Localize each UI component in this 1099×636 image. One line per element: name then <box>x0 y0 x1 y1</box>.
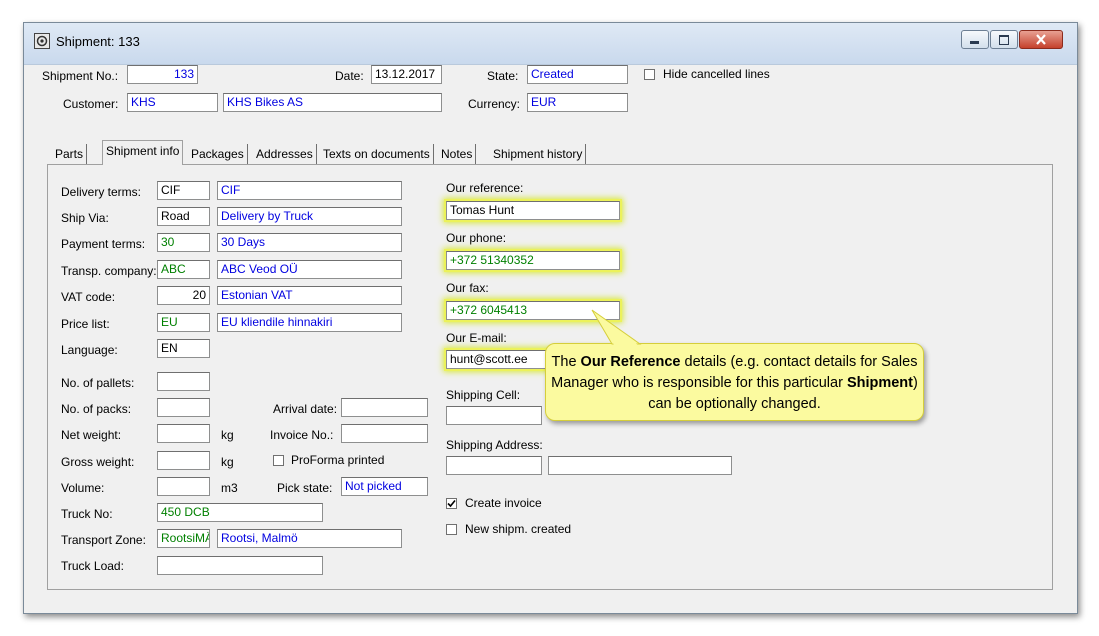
new-shipm-checkbox[interactable] <box>446 524 457 535</box>
our-reference-field[interactable]: Tomas Hunt <box>446 201 620 220</box>
close-button[interactable] <box>1019 30 1063 49</box>
callout-pointer <box>591 309 642 345</box>
customer-code-field[interactable]: KHS <box>127 93 218 112</box>
arrival-date-field[interactable] <box>341 398 428 417</box>
net-weight-unit: kg <box>221 428 234 442</box>
minimize-icon <box>970 41 979 44</box>
hide-cancelled-checkbox[interactable] <box>644 69 655 80</box>
language-field[interactable]: EN <box>157 339 210 358</box>
tab-texts-on-documents[interactable]: Texts on documents <box>320 144 434 165</box>
our-phone-label: Our phone: <box>446 231 507 245</box>
volume-unit: m3 <box>221 481 238 495</box>
delivery-terms-label: Delivery terms: <box>61 185 142 199</box>
transport-zone-name-field[interactable]: Rootsi, Malmö <box>217 529 402 548</box>
date-field[interactable]: 13.12.2017 <box>371 65 442 84</box>
ship-via-code-field[interactable]: Road <box>157 207 210 226</box>
callout-bold-2: Shipment <box>846 375 913 391</box>
payment-terms-label: Payment terms: <box>61 237 146 251</box>
transp-company-label: Transp. company: <box>61 264 157 278</box>
callout-bold-1: Our Reference <box>580 354 681 370</box>
net-weight-field[interactable] <box>157 424 210 443</box>
create-invoice-label: Create invoice <box>465 496 542 510</box>
ship-via-label: Ship Via: <box>61 211 109 225</box>
language-label: Language: <box>61 343 118 357</box>
delivery-terms-name-field[interactable]: CIF <box>217 181 402 200</box>
invoice-no-field[interactable] <box>341 424 428 443</box>
shipping-address-field-2[interactable] <box>548 456 732 475</box>
ship-via-name-field[interactable]: Delivery by Truck <box>217 207 402 226</box>
net-weight-label: Net weight: <box>61 428 122 442</box>
arrival-date-label: Arrival date: <box>273 402 338 416</box>
maximize-button[interactable] <box>990 30 1018 49</box>
date-label: Date: <box>335 69 364 83</box>
state-field[interactable]: Created <box>527 65 628 84</box>
our-phone-field[interactable]: +372 51340352 <box>446 251 620 270</box>
pallets-label: No. of pallets: <box>61 376 135 390</box>
packs-label: No. of packs: <box>61 402 132 416</box>
transport-zone-label: Transport Zone: <box>61 533 146 547</box>
pick-state-label: Pick state: <box>277 481 333 495</box>
vat-code-label: VAT code: <box>61 290 116 304</box>
proforma-label: ProForma printed <box>291 453 385 467</box>
new-shipm-label: New shipm. created <box>465 522 572 536</box>
pick-state-field[interactable]: Not picked <box>341 477 428 496</box>
tab-packages[interactable]: Packages <box>188 144 248 165</box>
transport-zone-code-field[interactable]: RootsiMÄ <box>157 529 210 548</box>
vat-code-field[interactable]: 20 <box>157 286 210 305</box>
packs-field[interactable] <box>157 398 210 417</box>
price-list-code-field[interactable]: EU <box>157 313 210 332</box>
payment-terms-code-field[interactable]: 30 <box>157 233 210 252</box>
shipping-address-field[interactable] <box>446 456 542 475</box>
tab-addresses[interactable]: Addresses <box>253 144 317 165</box>
create-invoice-checkbox[interactable] <box>446 498 457 509</box>
callout-tooltip: The Our Reference details (e.g. contact … <box>545 343 924 421</box>
checkmark-icon <box>447 499 456 508</box>
proforma-checkbox[interactable] <box>273 455 284 466</box>
shipment-no-label: Shipment No.: <box>42 69 119 83</box>
title-bar: Shipment: 133 <box>24 23 1077 65</box>
payment-terms-name-field[interactable]: 30 Days <box>217 233 402 252</box>
shipment-no-field[interactable]: 133 <box>127 65 198 84</box>
shipping-cell-field[interactable] <box>446 406 542 425</box>
volume-label: Volume: <box>61 481 105 495</box>
shipping-cell-label: Shipping Cell: <box>446 388 521 402</box>
volume-field[interactable] <box>157 477 210 496</box>
vat-code-name-field[interactable]: Estonian VAT <box>217 286 402 305</box>
truck-no-field[interactable]: 450 DCB <box>157 503 323 522</box>
tab-shipment-history[interactable]: Shipment history <box>490 144 587 165</box>
invoice-no-label: Invoice No.: <box>270 428 334 442</box>
price-list-label: Price list: <box>61 317 110 331</box>
customer-label: Customer: <box>63 97 119 111</box>
callout-text-1: The <box>551 354 581 370</box>
shipping-address-label: Shipping Address: <box>446 438 543 452</box>
our-reference-label: Our reference: <box>446 181 524 195</box>
customer-name-field[interactable]: KHS Bikes AS <box>223 93 442 112</box>
transp-company-code-field[interactable]: ABC <box>157 260 210 279</box>
our-email-label: Our E-mail: <box>446 331 507 345</box>
truck-load-label: Truck Load: <box>61 559 124 573</box>
app-icon <box>34 33 50 49</box>
currency-label: Currency: <box>468 97 521 111</box>
minimize-button[interactable] <box>961 30 989 49</box>
tab-notes[interactable]: Notes <box>438 144 477 165</box>
gross-weight-unit: kg <box>221 455 234 469</box>
pallets-field[interactable] <box>157 372 210 391</box>
maximize-icon <box>999 35 1009 45</box>
close-icon <box>1036 34 1046 45</box>
price-list-name-field[interactable]: EU kliendile hinnakiri <box>217 313 402 332</box>
gross-weight-field[interactable] <box>157 451 210 470</box>
tab-parts[interactable]: Parts <box>52 144 88 165</box>
window-title: Shipment: 133 <box>56 34 140 49</box>
truck-load-field[interactable] <box>157 556 323 575</box>
truck-no-label: Truck No: <box>61 507 113 521</box>
hide-cancelled-label: Hide cancelled lines <box>663 67 770 81</box>
currency-field[interactable]: EUR <box>527 93 628 112</box>
transp-company-name-field[interactable]: ABC Veod OÜ <box>217 260 402 279</box>
delivery-terms-code-field[interactable]: CIF <box>157 181 210 200</box>
tab-shipment-info[interactable]: Shipment info <box>102 140 184 165</box>
our-fax-label: Our fax: <box>446 281 489 295</box>
gross-weight-label: Gross weight: <box>61 455 135 469</box>
state-label: State: <box>487 69 519 83</box>
